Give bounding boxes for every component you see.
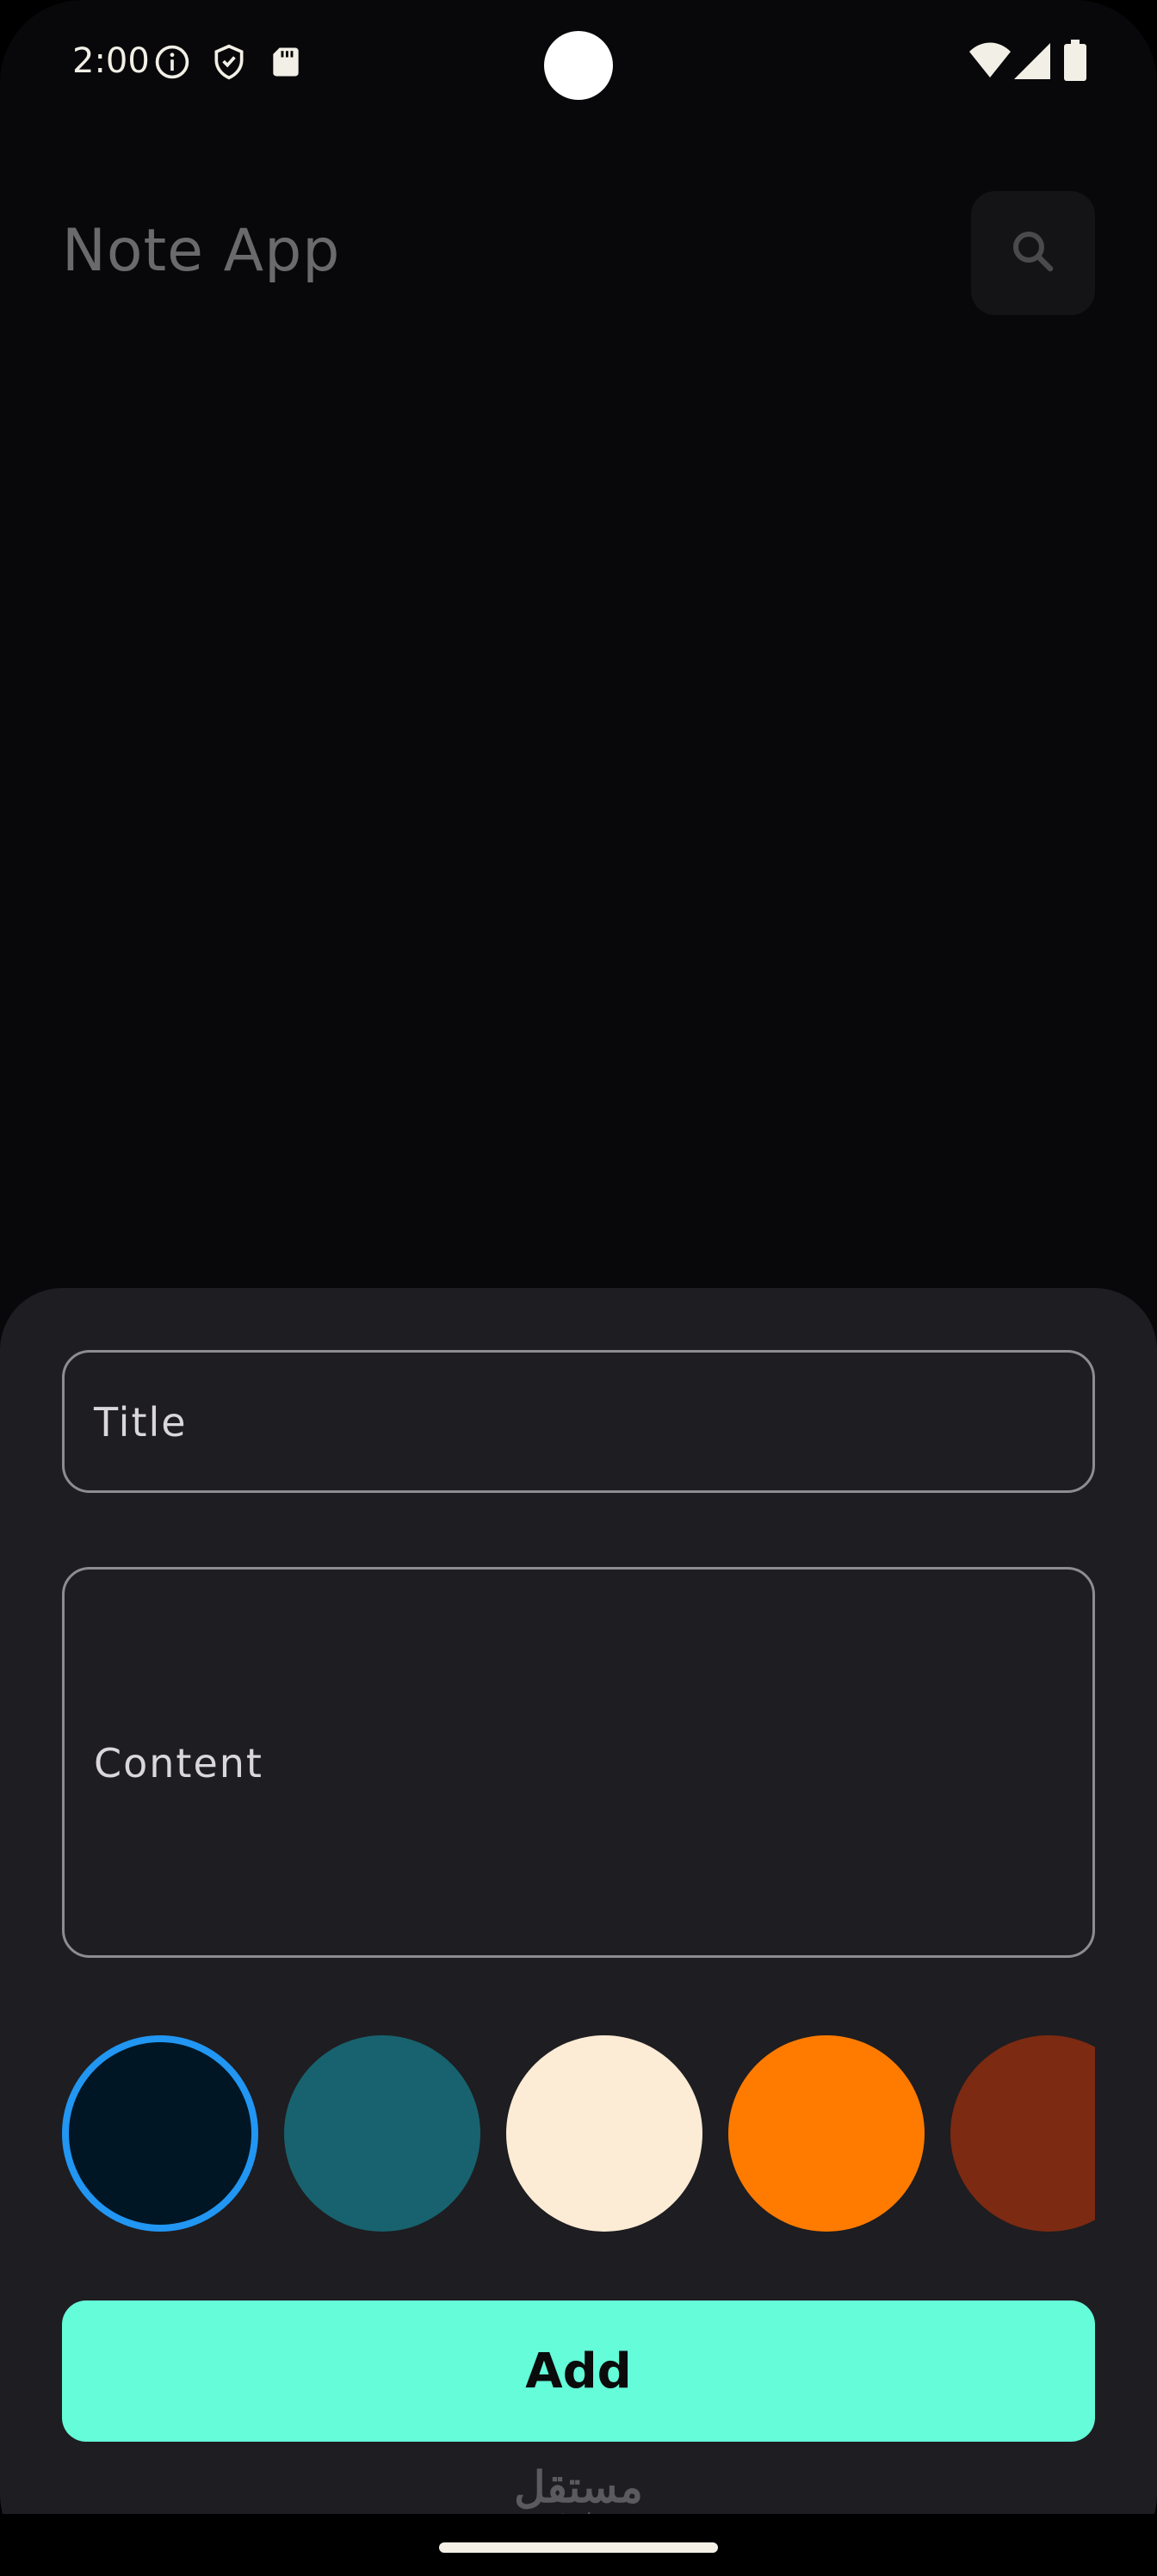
title-field-placeholder: Title <box>94 1399 188 1446</box>
status-time: 2:00 <box>72 41 150 81</box>
sd-card-icon <box>267 43 305 81</box>
watermark-arabic: مستقل <box>514 2463 643 2511</box>
color-picker <box>62 2035 1095 2235</box>
add-button[interactable]: Add <box>62 2300 1095 2442</box>
phone-screen: 2:00 Note App Title Content Add مستقل <box>0 0 1157 2576</box>
shield-icon <box>210 43 248 81</box>
color-swatch-rust[interactable] <box>950 2035 1095 2232</box>
content-field-placeholder: Content <box>94 1740 263 1786</box>
search-icon <box>1007 226 1059 282</box>
home-indicator[interactable] <box>439 2542 718 2553</box>
color-swatch-teal[interactable] <box>284 2035 480 2232</box>
status-bar: 2:00 <box>0 0 1157 129</box>
search-button[interactable] <box>971 191 1095 315</box>
info-icon <box>153 43 191 81</box>
color-swatch-orange[interactable] <box>728 2035 925 2232</box>
wifi-icon <box>968 40 1012 81</box>
color-swatch-cream[interactable] <box>506 2035 702 2232</box>
color-swatch-navy[interactable] <box>62 2035 258 2232</box>
cell-signal-icon <box>1014 41 1050 79</box>
add-note-sheet: Title Content Add مستقل mostaql.com <box>0 1288 1157 2530</box>
app-title: Note App <box>62 217 341 285</box>
front-camera <box>544 31 613 100</box>
content-field[interactable]: Content <box>62 1567 1095 1958</box>
battery-icon <box>1064 40 1086 81</box>
title-field[interactable]: Title <box>62 1350 1095 1493</box>
